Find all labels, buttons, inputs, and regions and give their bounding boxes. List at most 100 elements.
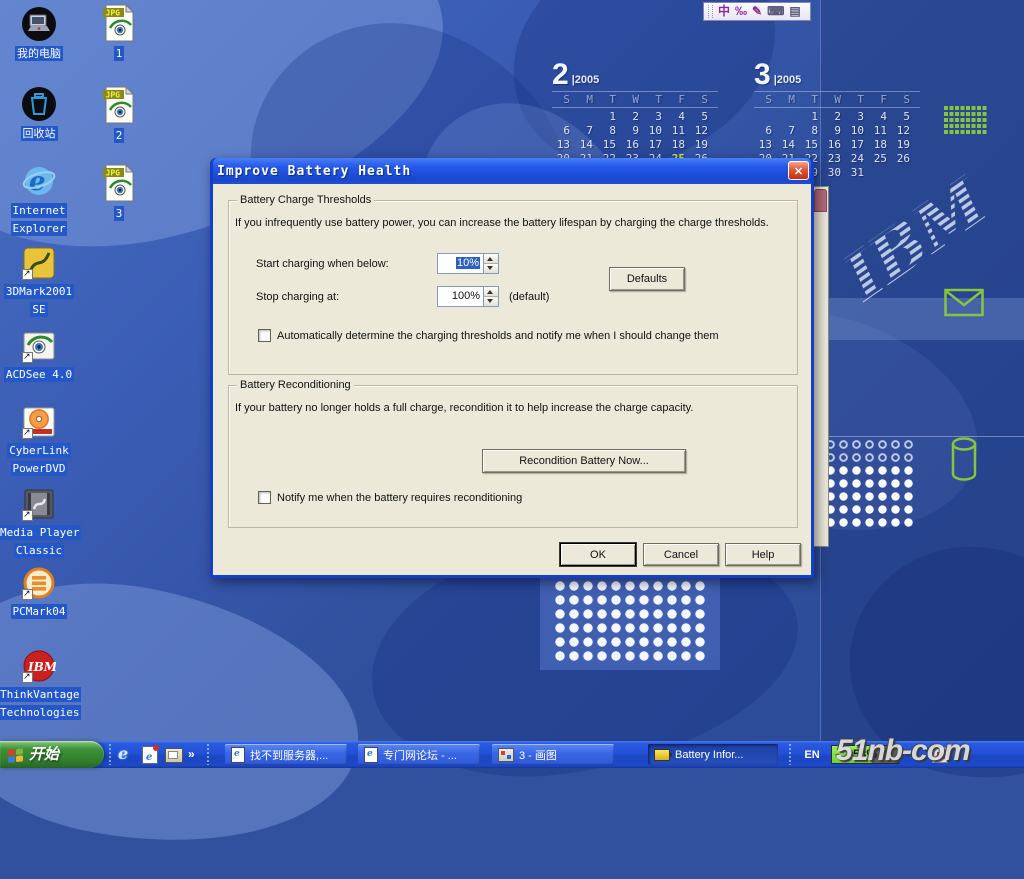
desktop-file-jpg-2[interactable]: JPG 2 bbox=[96, 86, 142, 144]
defaults-button[interactable]: Defaults bbox=[609, 267, 685, 291]
grid-glyph-icon bbox=[944, 106, 988, 136]
start-charging-spinner[interactable]: 10% bbox=[437, 253, 499, 274]
desktop-icon-internet-explorer[interactable]: e Internet Explorer bbox=[0, 163, 80, 237]
langbar-grip[interactable] bbox=[708, 5, 713, 18]
day-cell: 14 bbox=[777, 138, 800, 152]
icon-label: Internet Explorer bbox=[11, 203, 68, 236]
day-cell: 5 bbox=[892, 110, 915, 124]
quicklaunch-ie-icon[interactable] bbox=[118, 745, 138, 764]
auto-threshold-checkbox[interactable] bbox=[258, 329, 271, 342]
shortcut-arrow-icon bbox=[22, 352, 33, 363]
start-button[interactable]: 开始 bbox=[0, 741, 104, 768]
group-title: Battery Charge Thresholds bbox=[237, 194, 374, 206]
day-cell: 1 bbox=[598, 110, 621, 124]
battery-meter[interactable]: 58% bbox=[831, 745, 899, 764]
stop-charging-value[interactable]: 100% bbox=[437, 286, 484, 307]
language-bar[interactable]: 中 bbox=[703, 2, 811, 21]
file-label: 1 bbox=[114, 46, 125, 61]
icon-label: 3DMark2001 SE bbox=[4, 284, 74, 317]
spin-up-icon[interactable] bbox=[484, 254, 498, 264]
day-cell: 3 bbox=[846, 110, 869, 124]
desktop-icon-pcmark04[interactable]: PCMark04 bbox=[0, 566, 80, 620]
day-header: M bbox=[777, 93, 800, 106]
desktop-icon-powerdvd[interactable]: CyberLink PowerDVD bbox=[0, 405, 80, 477]
calendar-day-headers: SMTWTFS bbox=[552, 91, 718, 108]
ime-keyboard-icon[interactable] bbox=[767, 3, 784, 20]
day-header: T bbox=[846, 93, 869, 106]
icon-label: PCMark04 bbox=[11, 604, 68, 619]
day-cell: 9 bbox=[621, 124, 644, 138]
envelope-icon bbox=[944, 288, 984, 318]
task-button-battery-information[interactable]: Battery Infor... bbox=[648, 744, 778, 765]
day-cell bbox=[754, 110, 777, 124]
day-cell: 7 bbox=[777, 124, 800, 138]
file-label: 2 bbox=[114, 128, 125, 143]
day-cell bbox=[869, 166, 892, 180]
desktop-file-jpg-1[interactable]: JPG 1 bbox=[96, 4, 142, 62]
group-battery-reconditioning: Battery Reconditioning If your battery n… bbox=[228, 385, 798, 528]
shortcut-arrow-icon bbox=[22, 428, 33, 439]
icon-label: ThinkVantage Technologies bbox=[0, 687, 81, 720]
day-cell: 13 bbox=[754, 138, 777, 152]
day-cell: 16 bbox=[621, 138, 644, 152]
close-icon[interactable] bbox=[788, 161, 809, 180]
ime-menu-icon[interactable] bbox=[789, 3, 800, 20]
ime-chinese-icon[interactable]: 中 bbox=[718, 3, 730, 20]
dialog-titlebar[interactable]: Improve Battery Health bbox=[213, 158, 811, 184]
ime-pen-icon[interactable] bbox=[752, 3, 762, 20]
start-charging-value[interactable]: 10% bbox=[437, 253, 484, 274]
day-cell: 15 bbox=[598, 138, 621, 152]
recondition-battery-button[interactable]: Recondition Battery Now... bbox=[482, 449, 686, 473]
cancel-button[interactable]: Cancel bbox=[643, 543, 719, 566]
day-cell bbox=[552, 110, 575, 124]
help-button[interactable]: Help bbox=[725, 543, 801, 566]
language-indicator[interactable]: EN bbox=[800, 747, 824, 763]
svg-text:JPG: JPG bbox=[106, 91, 121, 100]
day-header: F bbox=[869, 93, 892, 106]
day-header: S bbox=[552, 93, 575, 106]
spin-down-icon[interactable] bbox=[484, 264, 498, 273]
quicklaunch-browser-icon[interactable] bbox=[142, 746, 158, 764]
spin-up-icon[interactable] bbox=[484, 287, 498, 297]
icon-label: 回收站 bbox=[21, 126, 58, 141]
day-cell: 30 bbox=[823, 166, 846, 180]
tray-notification-icon[interactable] bbox=[932, 747, 948, 763]
task-button-forum[interactable]: 专门网论坛 - ... bbox=[358, 744, 480, 765]
desktop-icon-my-computer[interactable]: 我的电脑 bbox=[0, 6, 80, 62]
desktop-icon-3dmark2001[interactable]: 3DMark2001 SE bbox=[0, 246, 80, 318]
taskbar-separator bbox=[109, 744, 111, 765]
background-window-chip bbox=[814, 189, 827, 212]
quicklaunch-show-desktop-icon[interactable] bbox=[165, 748, 183, 763]
stop-charging-spinner[interactable]: 100% bbox=[437, 286, 499, 307]
spin-down-icon[interactable] bbox=[484, 297, 498, 306]
quicklaunch-overflow-chevron[interactable]: » bbox=[188, 746, 195, 762]
calendar-year: |2005 bbox=[572, 75, 600, 86]
ok-button[interactable]: OK bbox=[560, 543, 636, 566]
desktop-icon-acdsee[interactable]: ACDSee 4.0 bbox=[0, 329, 80, 383]
task-button-server-not-found[interactable]: 找不到服务器,... bbox=[225, 744, 347, 765]
recycle-bin-icon bbox=[21, 86, 57, 122]
notify-recondition-checkbox[interactable] bbox=[258, 491, 271, 504]
day-cell: 18 bbox=[869, 138, 892, 152]
day-cell: 10 bbox=[846, 124, 869, 138]
svg-text:JPG: JPG bbox=[106, 9, 121, 18]
file-label: 3 bbox=[114, 206, 125, 221]
jpg-file-icon: JPG bbox=[103, 4, 135, 42]
desktop-icon-thinkvantage[interactable]: IBM ThinkVantage Technologies bbox=[0, 649, 80, 721]
desktop-icon-recycle-bin[interactable]: 回收站 bbox=[0, 86, 80, 142]
task-button-paint[interactable]: 3 - 画图 bbox=[492, 744, 614, 765]
improve-battery-health-dialog: Improve Battery Health Battery Charge Th… bbox=[210, 158, 814, 578]
notify-recondition-row: Notify me when the battery requires reco… bbox=[258, 491, 522, 504]
day-cell: 26 bbox=[892, 152, 915, 166]
auto-threshold-label: Automatically determine the charging thr… bbox=[277, 330, 718, 342]
day-cell: 8 bbox=[800, 124, 823, 138]
icon-label: 我的电脑 bbox=[15, 46, 63, 61]
desktop-icon-media-player-classic[interactable]: Media Player Classic bbox=[0, 487, 80, 559]
day-cell: 19 bbox=[892, 138, 915, 152]
day-cell: 9 bbox=[823, 124, 846, 138]
calendar-month: 2 bbox=[552, 61, 569, 88]
desktop-file-jpg-3[interactable]: JPG 3 bbox=[96, 164, 142, 222]
ime-mode-icon[interactable] bbox=[735, 3, 747, 20]
day-cell: 4 bbox=[869, 110, 892, 124]
day-cell: 3 bbox=[644, 110, 667, 124]
